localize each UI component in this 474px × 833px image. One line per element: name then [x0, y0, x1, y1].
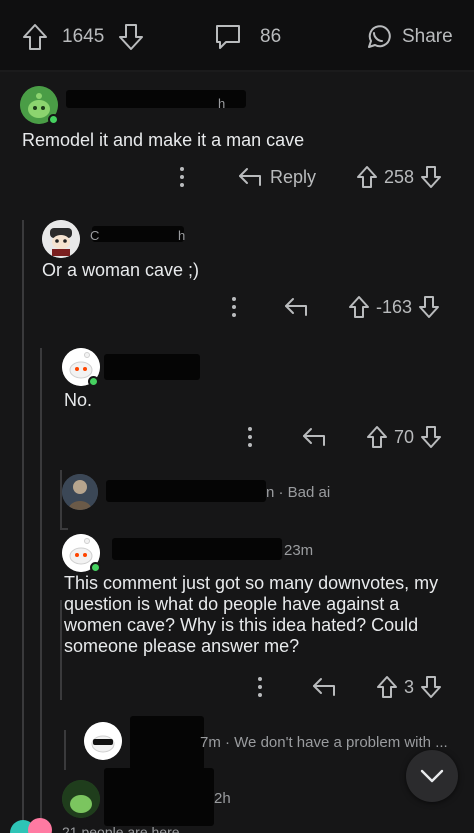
more-options-icon[interactable] [172, 164, 192, 190]
comment-reply-2: No. 70 [0, 346, 474, 462]
comment-top: h Remodel it and make it a man cave Repl… [0, 84, 474, 204]
profile-image-icon [62, 474, 98, 510]
comment-collapsed[interactable]: n · Bad ai [0, 472, 474, 516]
more-options-icon[interactable] [224, 294, 244, 320]
post-score: 1645 [62, 26, 105, 47]
more-options-icon[interactable] [240, 424, 260, 450]
redacted-username [106, 480, 266, 502]
reply-icon [239, 168, 261, 186]
comment-actions: Reply 258 [172, 164, 442, 190]
online-indicator [90, 562, 101, 573]
comment-score: 3 [404, 676, 415, 697]
redacted-username [92, 226, 184, 242]
upvote-icon[interactable] [22, 23, 48, 51]
comment-score: 258 [384, 166, 415, 187]
comment-actions: 70 [240, 424, 442, 450]
comment-text: Or a woman cave ;) [42, 260, 200, 280]
comment-score: 70 [394, 426, 415, 447]
snoo-avatar-icon [42, 220, 80, 258]
avatar[interactable] [84, 722, 122, 760]
comment-meta-end: h [178, 228, 186, 243]
whatsapp-icon [364, 23, 392, 51]
comments-button[interactable]: 86 [214, 22, 281, 52]
redacted-username [104, 354, 200, 380]
comment-meta: h [218, 96, 226, 111]
comment-icon [214, 23, 242, 51]
reply-label: Reply [270, 166, 317, 187]
online-indicator [48, 114, 59, 125]
upvote-icon[interactable] [366, 425, 388, 449]
comment-partial[interactable]: 2h [0, 768, 474, 826]
comment-meta: C [90, 228, 100, 243]
redacted-username [112, 538, 282, 560]
reply-icon[interactable] [312, 676, 336, 698]
comment-reply-1: C h Or a woman cave ;) -163 [0, 214, 474, 334]
comment-text: This comment just got so many downvotes,… [64, 573, 439, 656]
comment-text: No. [64, 390, 93, 410]
online-indicator [88, 376, 99, 387]
reply-button[interactable]: Reply [238, 166, 316, 188]
comment-reply-3: 23m This comment just got so many downvo… [0, 530, 474, 710]
downvote-icon[interactable] [420, 165, 442, 189]
comment-collapsed[interactable]: 7m · We don't have a problem with ... [0, 716, 474, 770]
reply-icon[interactable] [284, 296, 308, 318]
downvote-icon[interactable] [418, 295, 440, 319]
downvote-icon[interactable] [118, 23, 144, 51]
avatar[interactable] [62, 780, 100, 818]
share-button[interactable]: Share [364, 22, 453, 52]
avatar[interactable] [42, 220, 80, 258]
comment-actions: -163 [224, 294, 440, 320]
redacted-username [104, 768, 214, 826]
comment-meta: 7m · We don't have a problem with ... [200, 734, 448, 751]
redacted-username [130, 716, 204, 770]
next-comment-button[interactable] [406, 750, 458, 802]
upvote-icon[interactable] [376, 675, 398, 699]
comment-actions: 3 [250, 674, 442, 700]
snoo-avatar-icon [62, 780, 100, 818]
upvote-group: 1645 [22, 22, 144, 52]
comment-meta: n · Bad ai [266, 484, 331, 501]
snoo-sunglasses-avatar-icon [84, 722, 122, 760]
downvote-icon[interactable] [420, 425, 442, 449]
comment-meta: 2h [214, 790, 231, 807]
avatar[interactable] [62, 474, 98, 510]
comment-score: -163 [376, 296, 413, 317]
upvote-icon[interactable] [348, 295, 370, 319]
downvote-icon[interactable] [420, 675, 442, 699]
comment-meta: 23m [284, 542, 314, 559]
share-label: Share [402, 26, 453, 47]
people-here-text: 21 people are here [62, 824, 180, 833]
chevron-down-icon [420, 769, 444, 783]
comment-text: Remodel it and make it a man cave [22, 130, 305, 150]
comment-count: 86 [260, 26, 282, 47]
upvote-icon[interactable] [356, 165, 378, 189]
post-action-bar: 1645 86 Share [0, 0, 474, 72]
more-options-icon[interactable] [250, 674, 270, 700]
reply-icon[interactable] [302, 426, 326, 448]
